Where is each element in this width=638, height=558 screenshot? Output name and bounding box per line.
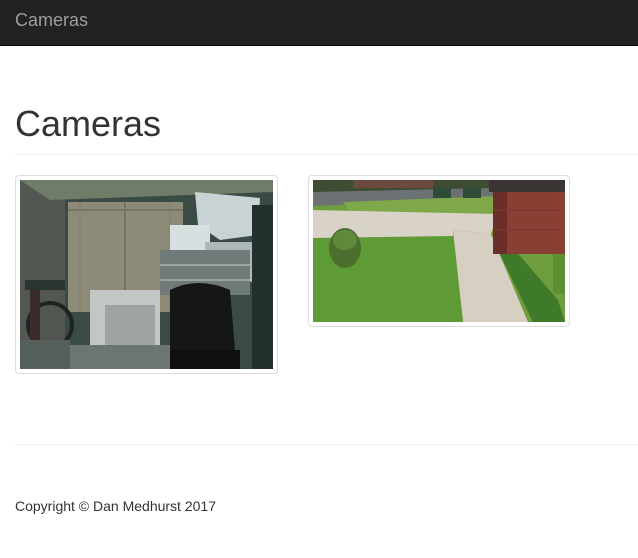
camera-thumbnail-driveway[interactable]: [308, 175, 570, 327]
top-navbar: Cameras: [0, 0, 638, 46]
garage-camera-image: [20, 180, 273, 369]
driveway-camera-image: [313, 180, 565, 322]
page-title: Cameras: [15, 103, 162, 144]
title-divider: [15, 154, 638, 155]
navbar-brand-link[interactable]: Cameras: [15, 10, 88, 30]
footer-copyright: Copyright © Dan Medhurst 2017: [15, 498, 216, 514]
camera-thumbnail-garage[interactable]: [15, 175, 278, 374]
footer-divider: [15, 444, 638, 445]
